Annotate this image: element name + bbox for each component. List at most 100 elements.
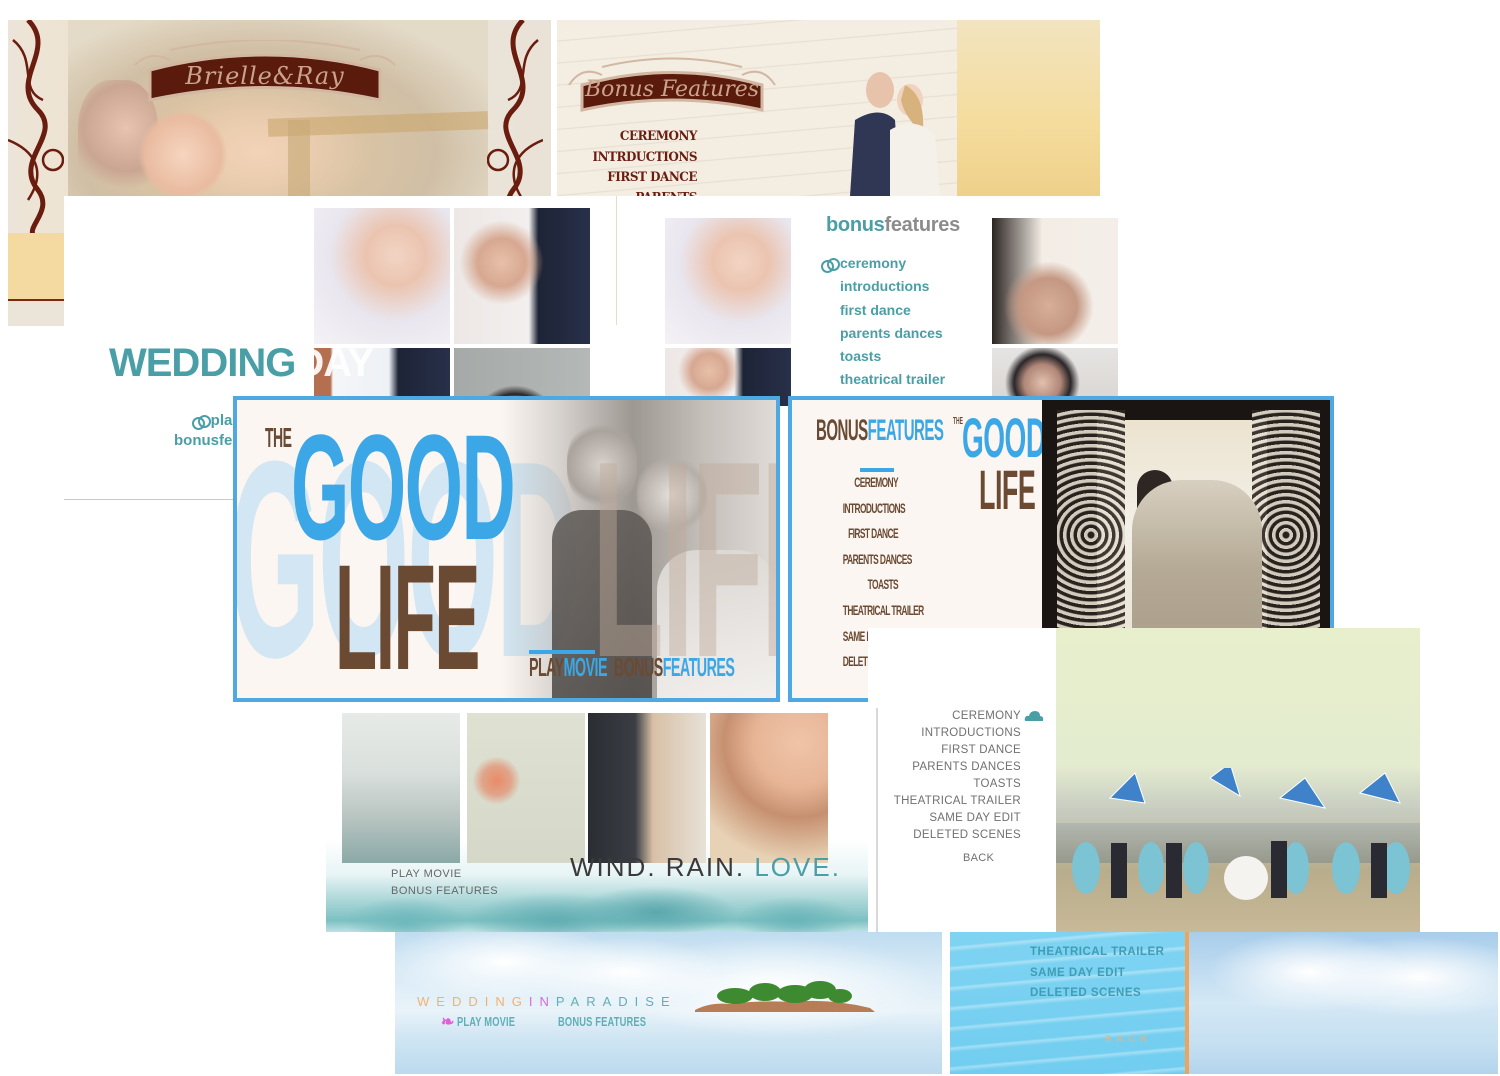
play-movie-label: pla xyxy=(210,412,233,429)
menu-item-first-dance[interactable]: FIRST DANCE xyxy=(878,742,1021,759)
bonus-features-link[interactable]: bonusfe xyxy=(174,431,232,451)
title-the: THE xyxy=(265,422,292,453)
heading-bold: bonus xyxy=(826,214,885,236)
title-day: DAY xyxy=(295,341,374,385)
menu-strip-footer xyxy=(8,303,64,326)
heading-light: features xyxy=(884,214,961,236)
play-movie-button[interactable]: PLAYMOVIE xyxy=(529,652,608,682)
menu-item-theatrical-trailer[interactable]: THEATRICAL TRAILER xyxy=(878,793,1021,810)
title-wedding: WEDDING xyxy=(109,341,296,385)
couple-name-title: Brielle&Ray xyxy=(185,62,345,90)
menu-item-deleted-scenes[interactable]: DELETED SCENES xyxy=(878,827,1021,844)
menu-item-toasts[interactable]: TOASTS xyxy=(878,776,1021,793)
menu-item-ceremony[interactable]: ceremony xyxy=(821,252,945,275)
cloud-icon xyxy=(1024,711,1044,721)
menu-item-ceremony[interactable]: CEREMONY xyxy=(878,708,1021,725)
menu-item-parents-dances[interactable]: PARENTS DANCES xyxy=(843,547,913,573)
bride-veil-photo xyxy=(314,208,450,344)
bonus-features-link[interactable]: BONUS FEATURES xyxy=(558,1014,646,1029)
menu-item-same-day-edit[interactable]: SAME DAY EDIT xyxy=(1030,963,1164,984)
bonus-banner: Bonus Features xyxy=(567,55,777,135)
title-wedding: WEDDING xyxy=(417,994,529,1009)
menu-item-introductions[interactable]: INTRODUCTIONS xyxy=(843,496,906,522)
good-life-main-screen: GOOD LIFE THE GOOD LIFE PLAYMOVIE BONUSF… xyxy=(233,396,780,702)
island-image xyxy=(695,981,875,1012)
ornamental-swirl-icon xyxy=(8,20,64,235)
wedding-cake-photo xyxy=(467,713,585,863)
menu-item-theatrical-trailer[interactable]: THEATRICAL TRAILER xyxy=(843,598,924,624)
title-life: LIFE xyxy=(979,458,1036,521)
title-paradise: PARADISE xyxy=(555,994,677,1009)
wind-rain-love-main-screen: PLAY MOVIE BONUS FEATURES WIND. RAIN. LO… xyxy=(326,702,868,932)
menu-item-introductions[interactable]: introductions xyxy=(840,275,945,298)
seahorse-icon: ❧ xyxy=(441,1014,455,1031)
heading-features: FEATURES xyxy=(867,414,944,447)
menu-item-first-dance[interactable]: first dance xyxy=(840,299,945,322)
bonus-features-button[interactable]: BONUSFEATURES xyxy=(614,652,735,682)
menu-item-first-dance[interactable]: FIRST DANCE xyxy=(843,521,898,547)
menu-item-theatrical-trailer[interactable]: THEATRICAL TRAILER xyxy=(1030,942,1164,963)
bonus-features-link[interactable]: BONUS FEATURES xyxy=(391,883,498,900)
heading-bonus: BONUS xyxy=(816,414,868,447)
features-label: FEATURES xyxy=(662,652,735,682)
fence-post-detail xyxy=(288,120,310,200)
wedding-day-title: WEDDINGDAY xyxy=(109,341,374,386)
menu-item-introductions[interactable]: INTRDUCTIONS xyxy=(577,146,697,168)
field-background xyxy=(957,20,1100,196)
menu-item-toasts[interactable]: TOASTS xyxy=(843,572,899,598)
menu-item-deleted-scenes[interactable]: DELETED SCENES xyxy=(1030,983,1164,1004)
wind-rain-love-bonus-screen: CEREMONY INTRODUCTIONS FIRST DANCE PAREN… xyxy=(868,628,1420,932)
menu-item-parents-dances[interactable]: parents dances xyxy=(840,322,945,345)
bonus-title: Bonus Features xyxy=(584,77,760,102)
back-button[interactable]: BACK xyxy=(1105,1034,1152,1045)
rings-icon xyxy=(191,415,211,431)
bride-veil-photo xyxy=(665,218,791,344)
play-movie-link[interactable]: pla xyxy=(174,411,232,431)
menu-item-first-dance[interactable]: FIRST DANCE xyxy=(577,166,697,188)
wedding-day-bonus-screen: bonusfeatures ceremony introductions fir… xyxy=(617,196,1120,406)
title-banner: Brielle&Ray xyxy=(130,39,400,120)
iron-gate-left xyxy=(1057,410,1125,660)
umbrellas-detail xyxy=(1108,768,1401,809)
movie-label: MOVIE xyxy=(563,652,608,682)
play-movie-link[interactable]: PLAY MOVIE xyxy=(457,1014,515,1029)
play-movie-link[interactable]: PLAY MOVIE xyxy=(391,866,498,883)
title-life: LIFE xyxy=(335,533,480,701)
bonus-menu: THEATRICAL TRAILER SAME DAY EDIT DELETED… xyxy=(1030,942,1164,1004)
paradise-title: WEDDINGINPARADISE xyxy=(417,994,677,1009)
menu-item-theatrical-trailer[interactable]: theatrical trailer xyxy=(840,368,945,391)
main-menu-nav: PLAYMOVIE BONUSFEATURES xyxy=(529,652,735,683)
slogan-love: LOVE. xyxy=(754,852,841,882)
bonus-features-heading: bonusfeatures xyxy=(826,214,960,237)
play-label: PLAY xyxy=(529,652,564,682)
title-in: IN xyxy=(528,994,556,1009)
bonus-label: BONUS xyxy=(613,652,663,682)
couple-hug-photo xyxy=(588,713,706,863)
main-menu-links: pla bonusfe xyxy=(174,411,232,451)
menu-strip xyxy=(8,233,64,301)
hands-photo xyxy=(992,218,1118,344)
bonus-features-heading: BONUSFEATURES xyxy=(816,414,944,448)
menu-item-introductions[interactable]: INTRODUCTIONS xyxy=(878,725,1021,742)
paradise-main-screen: WEDDINGINPARADISE ❧ PLAY MOVIE BONUS FEA… xyxy=(395,932,942,1074)
menu-item-same-day-edit[interactable]: SAME DAY EDIT xyxy=(878,810,1021,827)
menu-item-label: ceremony xyxy=(840,255,907,271)
bride-smile-photo xyxy=(710,713,828,863)
bonus-menu: ceremony introductions first dance paren… xyxy=(821,252,945,406)
slogan-title: WIND. RAIN. LOVE. xyxy=(570,852,841,883)
main-menu-links: PLAY MOVIE BONUS FEATURES xyxy=(391,866,498,900)
back-button[interactable]: BACK xyxy=(963,852,994,864)
couple-photo xyxy=(850,72,940,196)
paradise-bonus-screen: THEATRICAL TRAILER SAME DAY EDIT DELETED… xyxy=(950,932,1498,1074)
rings-icon xyxy=(821,258,840,274)
iron-gate-right xyxy=(1252,410,1320,660)
menu-item-ceremony[interactable]: CEREMONY xyxy=(577,125,698,147)
slogan-wind-rain: WIND. RAIN. xyxy=(570,852,755,882)
church-umbrella-photo xyxy=(342,713,460,863)
couple-embrace-photo xyxy=(454,208,590,344)
menu-item-parents-dances[interactable]: PARENTS DANCES xyxy=(878,759,1021,776)
menu-item-toasts[interactable]: toasts xyxy=(840,345,945,368)
menu-item-ceremony[interactable]: CEREMONY xyxy=(843,470,898,496)
bonus-menu: CEREMONY INTRODUCTIONS FIRST DANCE PAREN… xyxy=(878,708,1021,844)
sky-reflection-background xyxy=(1189,932,1498,1074)
